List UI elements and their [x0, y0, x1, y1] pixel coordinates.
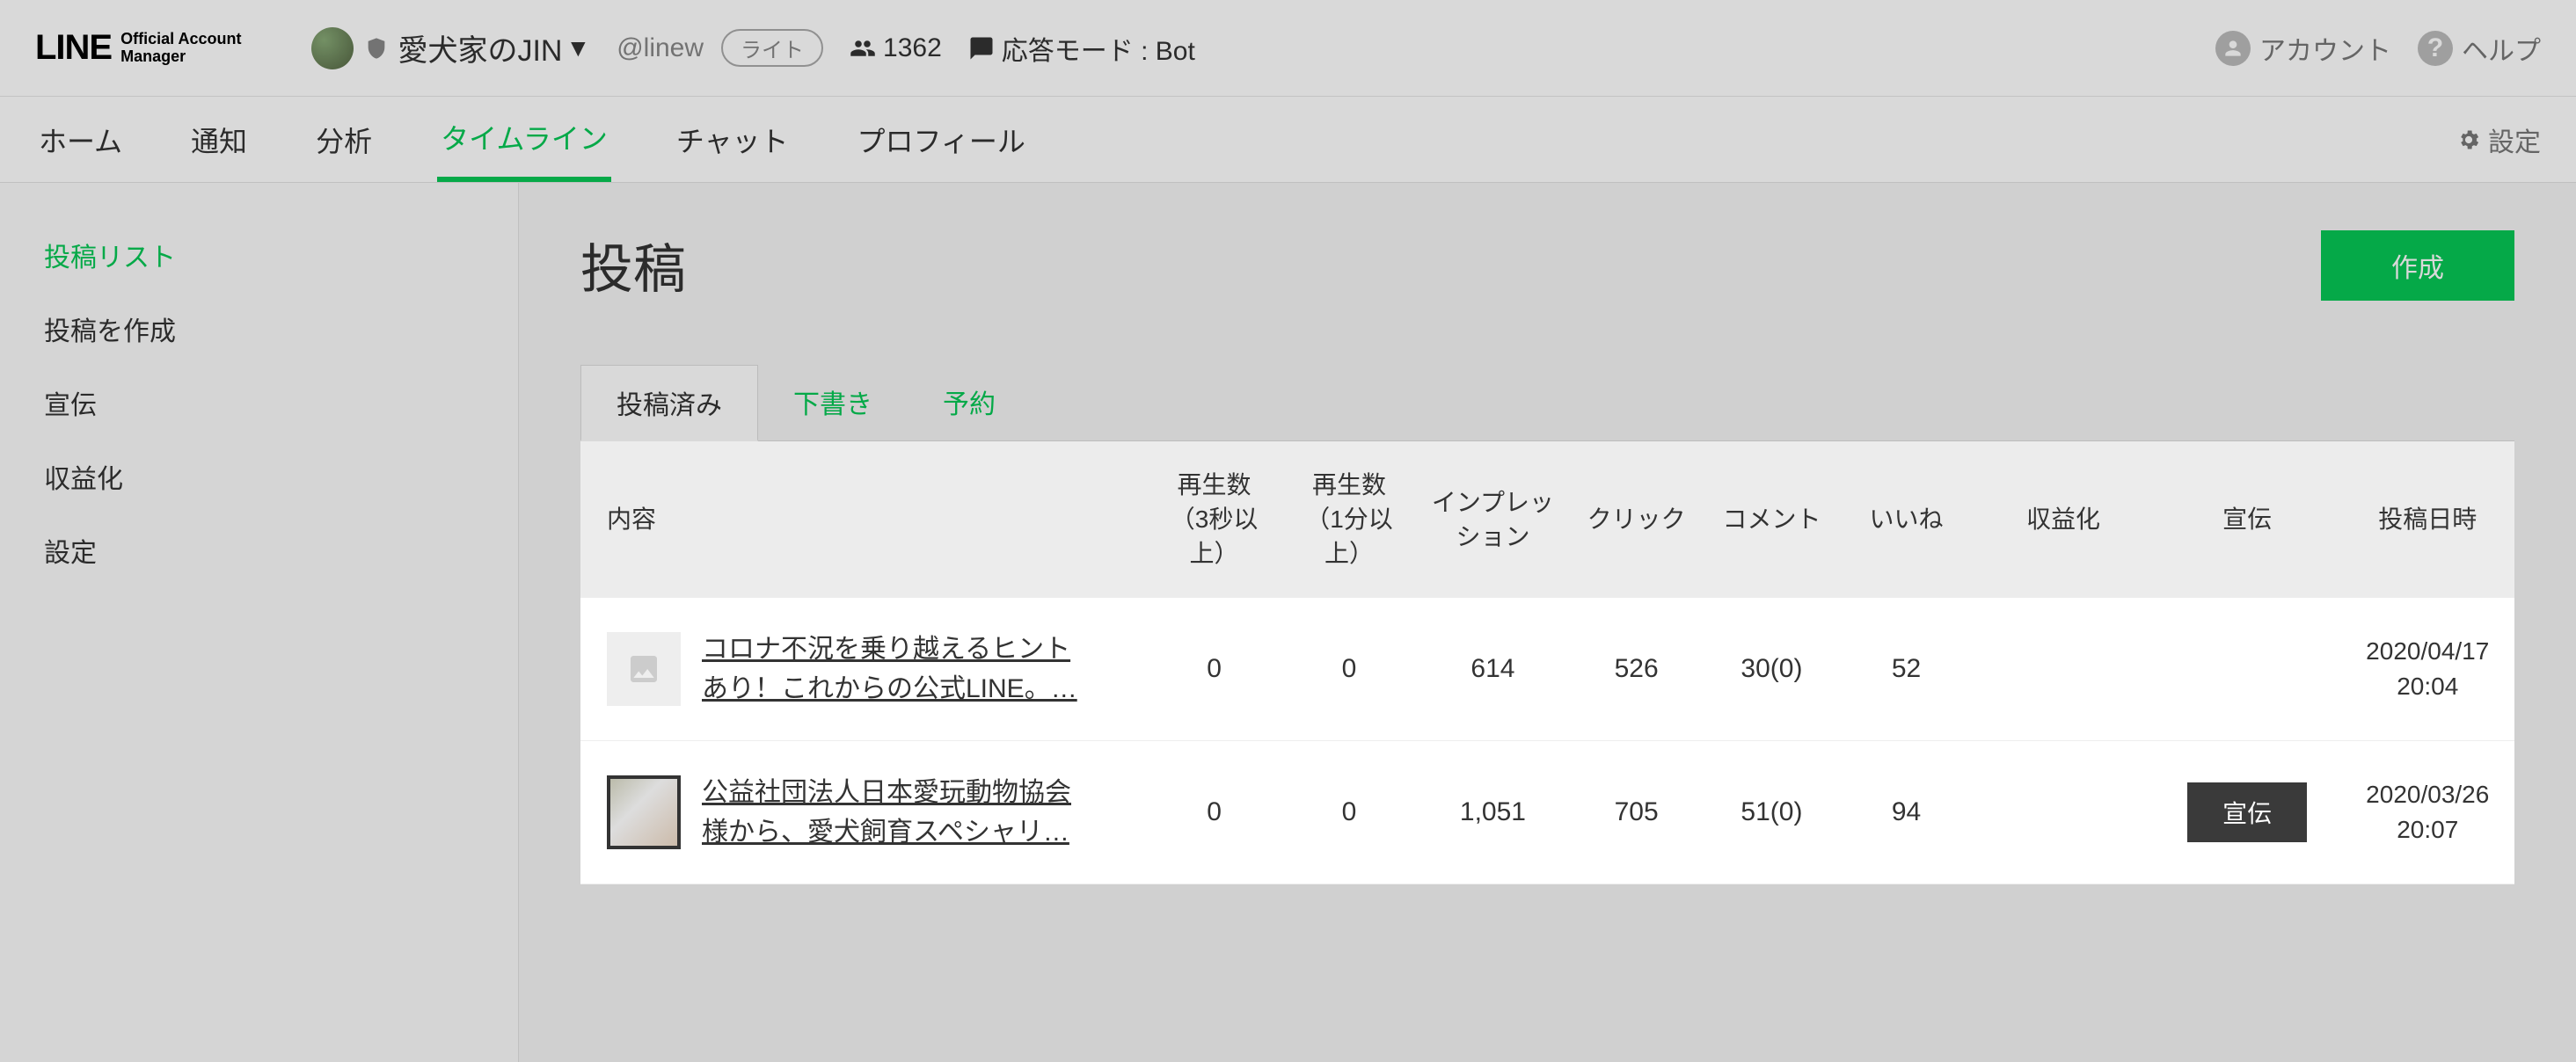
plan-badge: ライト [721, 29, 823, 67]
table-row: コロナ不況を乗り越えるヒントあり！これからの公式LINE。… 0 0 614 5… [580, 598, 2514, 741]
help-link[interactable]: ? ヘルプ [2418, 29, 2541, 68]
cell-comments: 30(0) [1704, 598, 1840, 741]
response-mode: 応答モード : Bot [968, 29, 1195, 68]
cell-promote: 宣伝 [2154, 740, 2341, 884]
post-title-link[interactable]: コロナ不況を乗り越えるヒントあり！これからの公式LINE。… [702, 629, 1089, 709]
posts-table: 内容 再生数（3秒以上） 再生数（1分以上） インプレッション クリック コメン… [580, 441, 2514, 884]
th-comments[interactable]: コメント [1704, 441, 1840, 598]
post-thumbnail [607, 775, 681, 849]
cell-plays1m: 0 [1281, 598, 1416, 741]
caret-down-icon[interactable]: ▼ [566, 34, 590, 62]
cell-likes: 52 [1840, 598, 1973, 741]
nav-chat[interactable]: チャット [673, 97, 792, 182]
cell-impressions: 614 [1417, 598, 1569, 741]
account-avatar[interactable] [311, 27, 354, 69]
people-icon [850, 35, 876, 62]
post-thumbnail [607, 632, 681, 706]
sidebar: 投稿リスト 投稿を作成 宣伝 収益化 設定 [0, 183, 519, 1062]
th-clicks[interactable]: クリック [1569, 441, 1704, 598]
cell-plays3s: 0 [1147, 598, 1281, 741]
tab-draft[interactable]: 下書き [758, 365, 908, 440]
nav-profile[interactable]: プロフィール [854, 97, 1029, 182]
nav-timeline[interactable]: タイムライン [437, 97, 611, 182]
create-button[interactable]: 作成 [2321, 230, 2514, 301]
account-handle: @linew [617, 33, 704, 63]
logo-line: LINE [35, 28, 112, 68]
shield-icon [364, 36, 389, 61]
followers-count: 1362 [850, 33, 942, 63]
sidebar-item-create-post[interactable]: 投稿を作成 [0, 292, 518, 366]
sidebar-item-post-list[interactable]: 投稿リスト [0, 218, 518, 292]
cell-promote [2154, 598, 2341, 741]
cell-plays3s: 0 [1147, 740, 1281, 884]
cell-likes: 94 [1840, 740, 1973, 884]
th-likes[interactable]: いいね [1840, 441, 1973, 598]
post-tabs: 投稿済み 下書き 予約 [580, 365, 2514, 441]
sidebar-item-monetize[interactable]: 収益化 [0, 440, 518, 513]
nav-analytics[interactable]: 分析 [312, 97, 376, 182]
cell-plays1m: 0 [1281, 740, 1416, 884]
user-icon [2215, 31, 2251, 66]
nav-settings[interactable]: 設定 [2456, 120, 2541, 159]
gear-icon [2456, 127, 2481, 152]
posts-table-wrap: 内容 再生数（3秒以上） 再生数（1分以上） インプレッション クリック コメン… [580, 441, 2514, 884]
promote-button[interactable]: 宣伝 [2187, 782, 2307, 842]
main-content: 投稿 作成 投稿済み 下書き 予約 内容 [519, 183, 2576, 1062]
image-placeholder-icon [626, 651, 661, 687]
th-plays-1m[interactable]: 再生数（1分以上） [1281, 441, 1416, 598]
cell-monetize [1973, 598, 2154, 741]
cell-clicks: 526 [1569, 598, 1704, 741]
global-header: LINE Official Account Manager 愛犬家のJIN ▼ … [0, 0, 2576, 97]
cell-posted-at: 2020/03/26 20:07 [2340, 740, 2514, 884]
account-menu[interactable]: アカウント [2215, 29, 2391, 68]
cell-clicks: 705 [1569, 740, 1704, 884]
th-promote[interactable]: 宣伝 [2154, 441, 2341, 598]
table-row: 公益社団法人日本愛玩動物協会様から、愛犬飼育スペシャリ… 0 0 1,051 7… [580, 740, 2514, 884]
th-content[interactable]: 内容 [580, 441, 1147, 598]
sidebar-item-promote[interactable]: 宣伝 [0, 366, 518, 440]
account-name[interactable]: 愛犬家のJIN [398, 26, 562, 69]
chat-icon [968, 35, 995, 62]
help-icon: ? [2418, 31, 2453, 66]
post-title-link[interactable]: 公益社団法人日本愛玩動物協会様から、愛犬飼育スペシャリ… [702, 773, 1089, 852]
tab-posted[interactable]: 投稿済み [580, 365, 758, 441]
main-nav: ホーム 通知 分析 タイムライン チャット プロフィール 設定 [0, 97, 2576, 183]
page-title: 投稿 [580, 227, 686, 303]
th-impressions[interactable]: インプレッション [1417, 441, 1569, 598]
th-posted-at[interactable]: 投稿日時 [2340, 441, 2514, 598]
cell-comments: 51(0) [1704, 740, 1840, 884]
th-monetize[interactable]: 収益化 [1973, 441, 2154, 598]
cell-posted-at: 2020/04/17 20:04 [2340, 598, 2514, 741]
nav-home[interactable]: ホーム [35, 97, 126, 182]
cell-impressions: 1,051 [1417, 740, 1569, 884]
nav-notifications[interactable]: 通知 [187, 97, 251, 182]
tab-scheduled[interactable]: 予約 [908, 365, 1031, 440]
sidebar-item-settings[interactable]: 設定 [0, 513, 518, 587]
logo-subtitle: Official Account Manager [120, 31, 241, 66]
th-plays-3s[interactable]: 再生数（3秒以上） [1147, 441, 1281, 598]
cell-monetize [1973, 740, 2154, 884]
